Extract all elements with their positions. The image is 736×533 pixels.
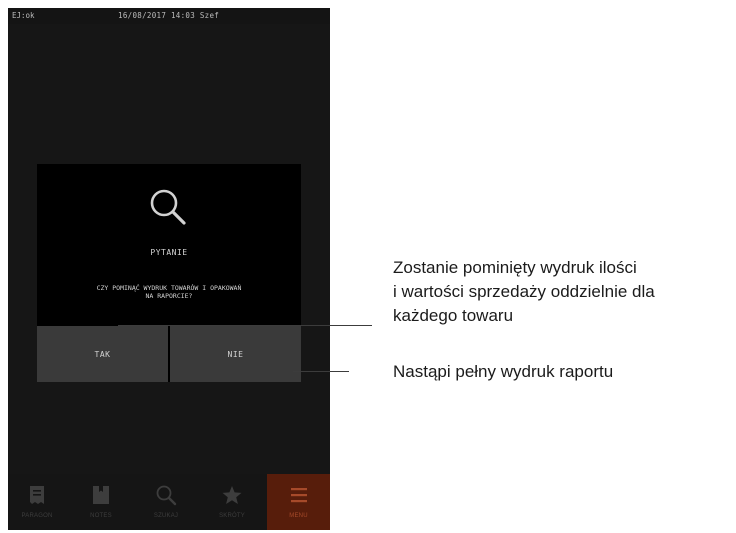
menu-icon: [290, 488, 307, 503]
device-screen: EJ:ok 16/08/2017 14:03 Szef PYTANIE CZY …: [8, 8, 330, 530]
notes-icon: [93, 486, 109, 504]
nav-label-skroty: SKRÓTY: [219, 513, 245, 519]
search-icon: [156, 485, 177, 506]
annotation-no: Nastąpi pełny wydruk raportu: [393, 360, 613, 384]
annotation-no-line-1: Nastąpi pełny wydruk raportu: [393, 362, 614, 381]
datetime-user: 16/08/2017 14:03 Szef: [118, 11, 220, 20]
annotation-yes-line-1: Zostanie pominięty wydruk ilości: [393, 258, 637, 277]
nav-item-menu[interactable]: MENU: [267, 474, 330, 530]
nav-item-notes[interactable]: NOTES: [74, 474, 128, 530]
nav-label-menu: MENU: [289, 513, 308, 519]
nav-label-paragon: PARAGON: [21, 513, 53, 519]
question-line-2: NA RAPORCIE?: [145, 292, 193, 300]
annotation-yes: Zostanie pominięty wydruk ilości i warto…: [393, 256, 655, 328]
receipt-icon: [30, 486, 44, 504]
no-button[interactable]: NIE: [170, 326, 301, 382]
nav-item-szukaj[interactable]: SZUKAJ: [139, 474, 193, 530]
bottom-nav: PARAGON NOTES SZUKAJ SKRÓTY MENU: [8, 474, 330, 530]
nav-label-notes: NOTES: [90, 513, 112, 519]
nav-item-skroty[interactable]: SKRÓTY: [205, 474, 259, 530]
question-line-1: CZY POMINĄĆ WYDRUK TOWARÓW I OPAKOWAŃ: [96, 284, 242, 292]
question-dialog: PYTANIE CZY POMINĄĆ WYDRUK TOWARÓW I OPA…: [37, 164, 301, 382]
annotation-yes-line-2: i wartości sprzedaży oddzielnie dla: [393, 282, 655, 301]
nav-label-szukaj: SZUKAJ: [153, 513, 179, 519]
dialog-title: PYTANIE: [150, 248, 188, 257]
callout-line-yes: [118, 325, 372, 326]
dialog-question: CZY POMINĄĆ WYDRUK TOWARÓW I OPAKOWAŃ NA…: [51, 284, 287, 300]
magnifier-icon: [150, 189, 186, 225]
status-bar: EJ:ok 16/08/2017 14:03 Szef: [8, 8, 330, 24]
callout-line-no: [293, 371, 349, 372]
ej-status: EJ:ok: [12, 11, 35, 20]
annotation-yes-line-3: każdego towaru: [393, 306, 514, 325]
nav-item-paragon[interactable]: PARAGON: [10, 474, 64, 530]
yes-button[interactable]: TAK: [37, 326, 168, 382]
dialog-buttons: TAK NIE: [37, 326, 301, 382]
star-icon: [222, 486, 242, 504]
